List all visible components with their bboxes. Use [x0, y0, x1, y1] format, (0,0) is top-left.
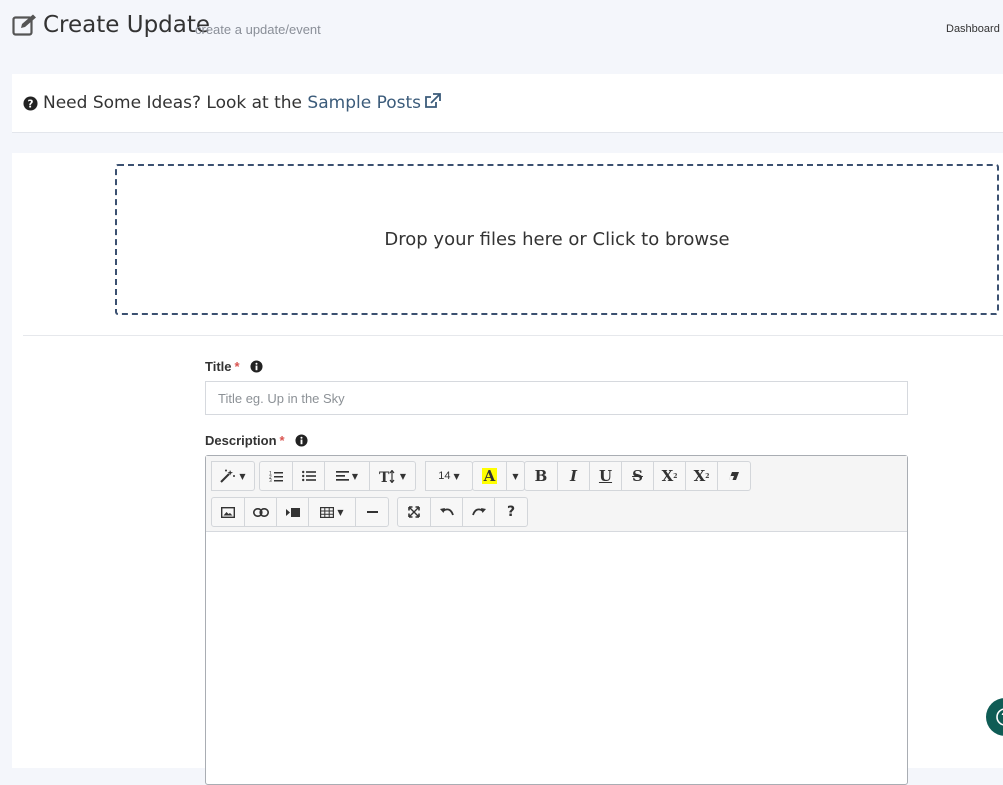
title-label: Title *: [205, 359, 263, 374]
line-height-button[interactable]: T ▼: [369, 461, 416, 491]
required-mark: *: [279, 433, 285, 448]
color-group: A ▼: [472, 461, 525, 491]
insert-image-button[interactable]: [211, 497, 245, 527]
sample-posts-link[interactable]: Sample Posts: [307, 93, 441, 113]
help-label[interactable]: ?: [507, 504, 515, 520]
underline-label[interactable]: U: [599, 467, 612, 485]
bold-button[interactable]: B: [524, 461, 558, 491]
page-subtitle: create a update/event: [195, 22, 321, 37]
sample-posts-label[interactable]: Sample Posts: [307, 93, 421, 113]
ideas-card: ? Need Some Ideas? Look at the Sample Po…: [12, 74, 1003, 133]
ideas-prefix: Need Some Ideas? Look at the: [43, 93, 308, 113]
color-dropdown-button[interactable]: ▼: [506, 461, 525, 491]
form-card: Drop your files here or Click to browse …: [12, 153, 1003, 785]
title-label-text: Title: [205, 359, 232, 374]
chevron-down-icon: ▼: [239, 471, 246, 481]
video-icon: [285, 507, 300, 517]
link-icon: [252, 507, 269, 517]
align-left-icon: [335, 471, 349, 481]
svg-text:?: ?: [28, 98, 34, 110]
strikethrough-label[interactable]: S: [632, 467, 643, 485]
magic-wand-icon: [220, 469, 236, 483]
insert-link-button[interactable]: [244, 497, 277, 527]
info-icon[interactable]: [295, 434, 308, 447]
unordered-list-button[interactable]: [292, 461, 325, 491]
font-size-group: 14 ▼: [425, 461, 473, 491]
highlight-letter[interactable]: A: [481, 468, 498, 484]
redo-button[interactable]: [462, 497, 495, 527]
chevron-down-icon: ▼: [512, 471, 519, 481]
ideas-text: Need Some Ideas? Look at the Sample Post…: [43, 93, 441, 113]
unordered-list-icon: [301, 470, 316, 482]
dropzone-text[interactable]: Drop your files here or Click to browse: [384, 229, 729, 250]
insert-table-button[interactable]: ▼: [308, 497, 356, 527]
paragraph-align-button[interactable]: ▼: [324, 461, 370, 491]
minus-icon: [366, 510, 378, 513]
question-circle-icon: ?: [23, 96, 38, 111]
subscript-label[interactable]: X: [694, 467, 706, 485]
horizontal-rule-button[interactable]: [355, 497, 389, 527]
font-style-group: B I U S X2 X2: [524, 461, 751, 491]
insert-video-button[interactable]: [276, 497, 309, 527]
italic-label[interactable]: I: [570, 467, 577, 485]
style-button[interactable]: ▼: [211, 461, 255, 491]
expand-icon: [408, 506, 420, 518]
font-size-value[interactable]: 14: [438, 470, 450, 482]
editor-toolbar: ▼ 123 ▼ T ▼ 14 ▼ A ▼ B I U S X 2 X 2 ▼ ?: [206, 456, 907, 532]
page-header: Create Update create a update/event Dash…: [0, 0, 1003, 56]
page-title: Create Update: [43, 12, 211, 38]
chevron-down-icon: ▼: [337, 507, 344, 517]
description-editable-area[interactable]: [206, 532, 907, 785]
ordered-list-button[interactable]: 123: [259, 461, 293, 491]
info-icon[interactable]: [250, 360, 263, 373]
required-mark: *: [234, 359, 240, 374]
table-icon: [320, 506, 335, 518]
bold-label[interactable]: B: [535, 467, 548, 485]
breadcrumb-dashboard[interactable]: Dashboard: [946, 23, 1000, 35]
redo-icon: [471, 508, 486, 516]
help-circle-icon: [996, 708, 1003, 726]
divider: [23, 335, 1003, 336]
italic-button[interactable]: I: [557, 461, 590, 491]
chevron-down-icon: ▼: [453, 471, 460, 481]
undo-button[interactable]: [430, 497, 463, 527]
external-link-icon[interactable]: [424, 93, 441, 109]
insert-group: ▼: [211, 497, 389, 527]
chevron-down-icon: ▼: [399, 471, 407, 481]
svg-text:T: T: [379, 470, 390, 483]
help-button[interactable]: ?: [494, 497, 528, 527]
style-group: ▼: [211, 461, 255, 491]
description-label: Description *: [205, 433, 308, 448]
chevron-down-icon: ▼: [351, 471, 359, 481]
undo-icon: [439, 508, 454, 516]
eraser-icon: [729, 472, 739, 480]
clear-format-button[interactable]: [717, 461, 751, 491]
fullscreen-button[interactable]: [397, 497, 431, 527]
subscript-button[interactable]: X2: [685, 461, 718, 491]
edit-icon: [12, 14, 36, 36]
image-icon: [221, 506, 235, 518]
superscript-button[interactable]: X2: [653, 461, 686, 491]
highlight-color-button[interactable]: A: [472, 461, 507, 491]
title-input[interactable]: [205, 381, 908, 415]
svg-text:3: 3: [269, 478, 272, 482]
underline-button[interactable]: U: [589, 461, 622, 491]
strikethrough-button[interactable]: S: [621, 461, 654, 491]
text-height-icon: T: [379, 469, 395, 483]
file-dropzone[interactable]: Drop your files here or Click to browse: [115, 164, 999, 315]
view-group: ?: [397, 497, 528, 527]
description-editor: ▼ 123 ▼ T ▼ 14 ▼ A ▼ B I U S X 2 X 2 ▼ ?: [205, 455, 908, 785]
description-label-text: Description: [205, 433, 277, 448]
ordered-list-icon: 123: [269, 471, 283, 482]
para-group: 123 ▼ T ▼: [259, 461, 416, 491]
superscript-label[interactable]: X: [662, 467, 674, 485]
font-size-button[interactable]: 14 ▼: [425, 461, 473, 491]
